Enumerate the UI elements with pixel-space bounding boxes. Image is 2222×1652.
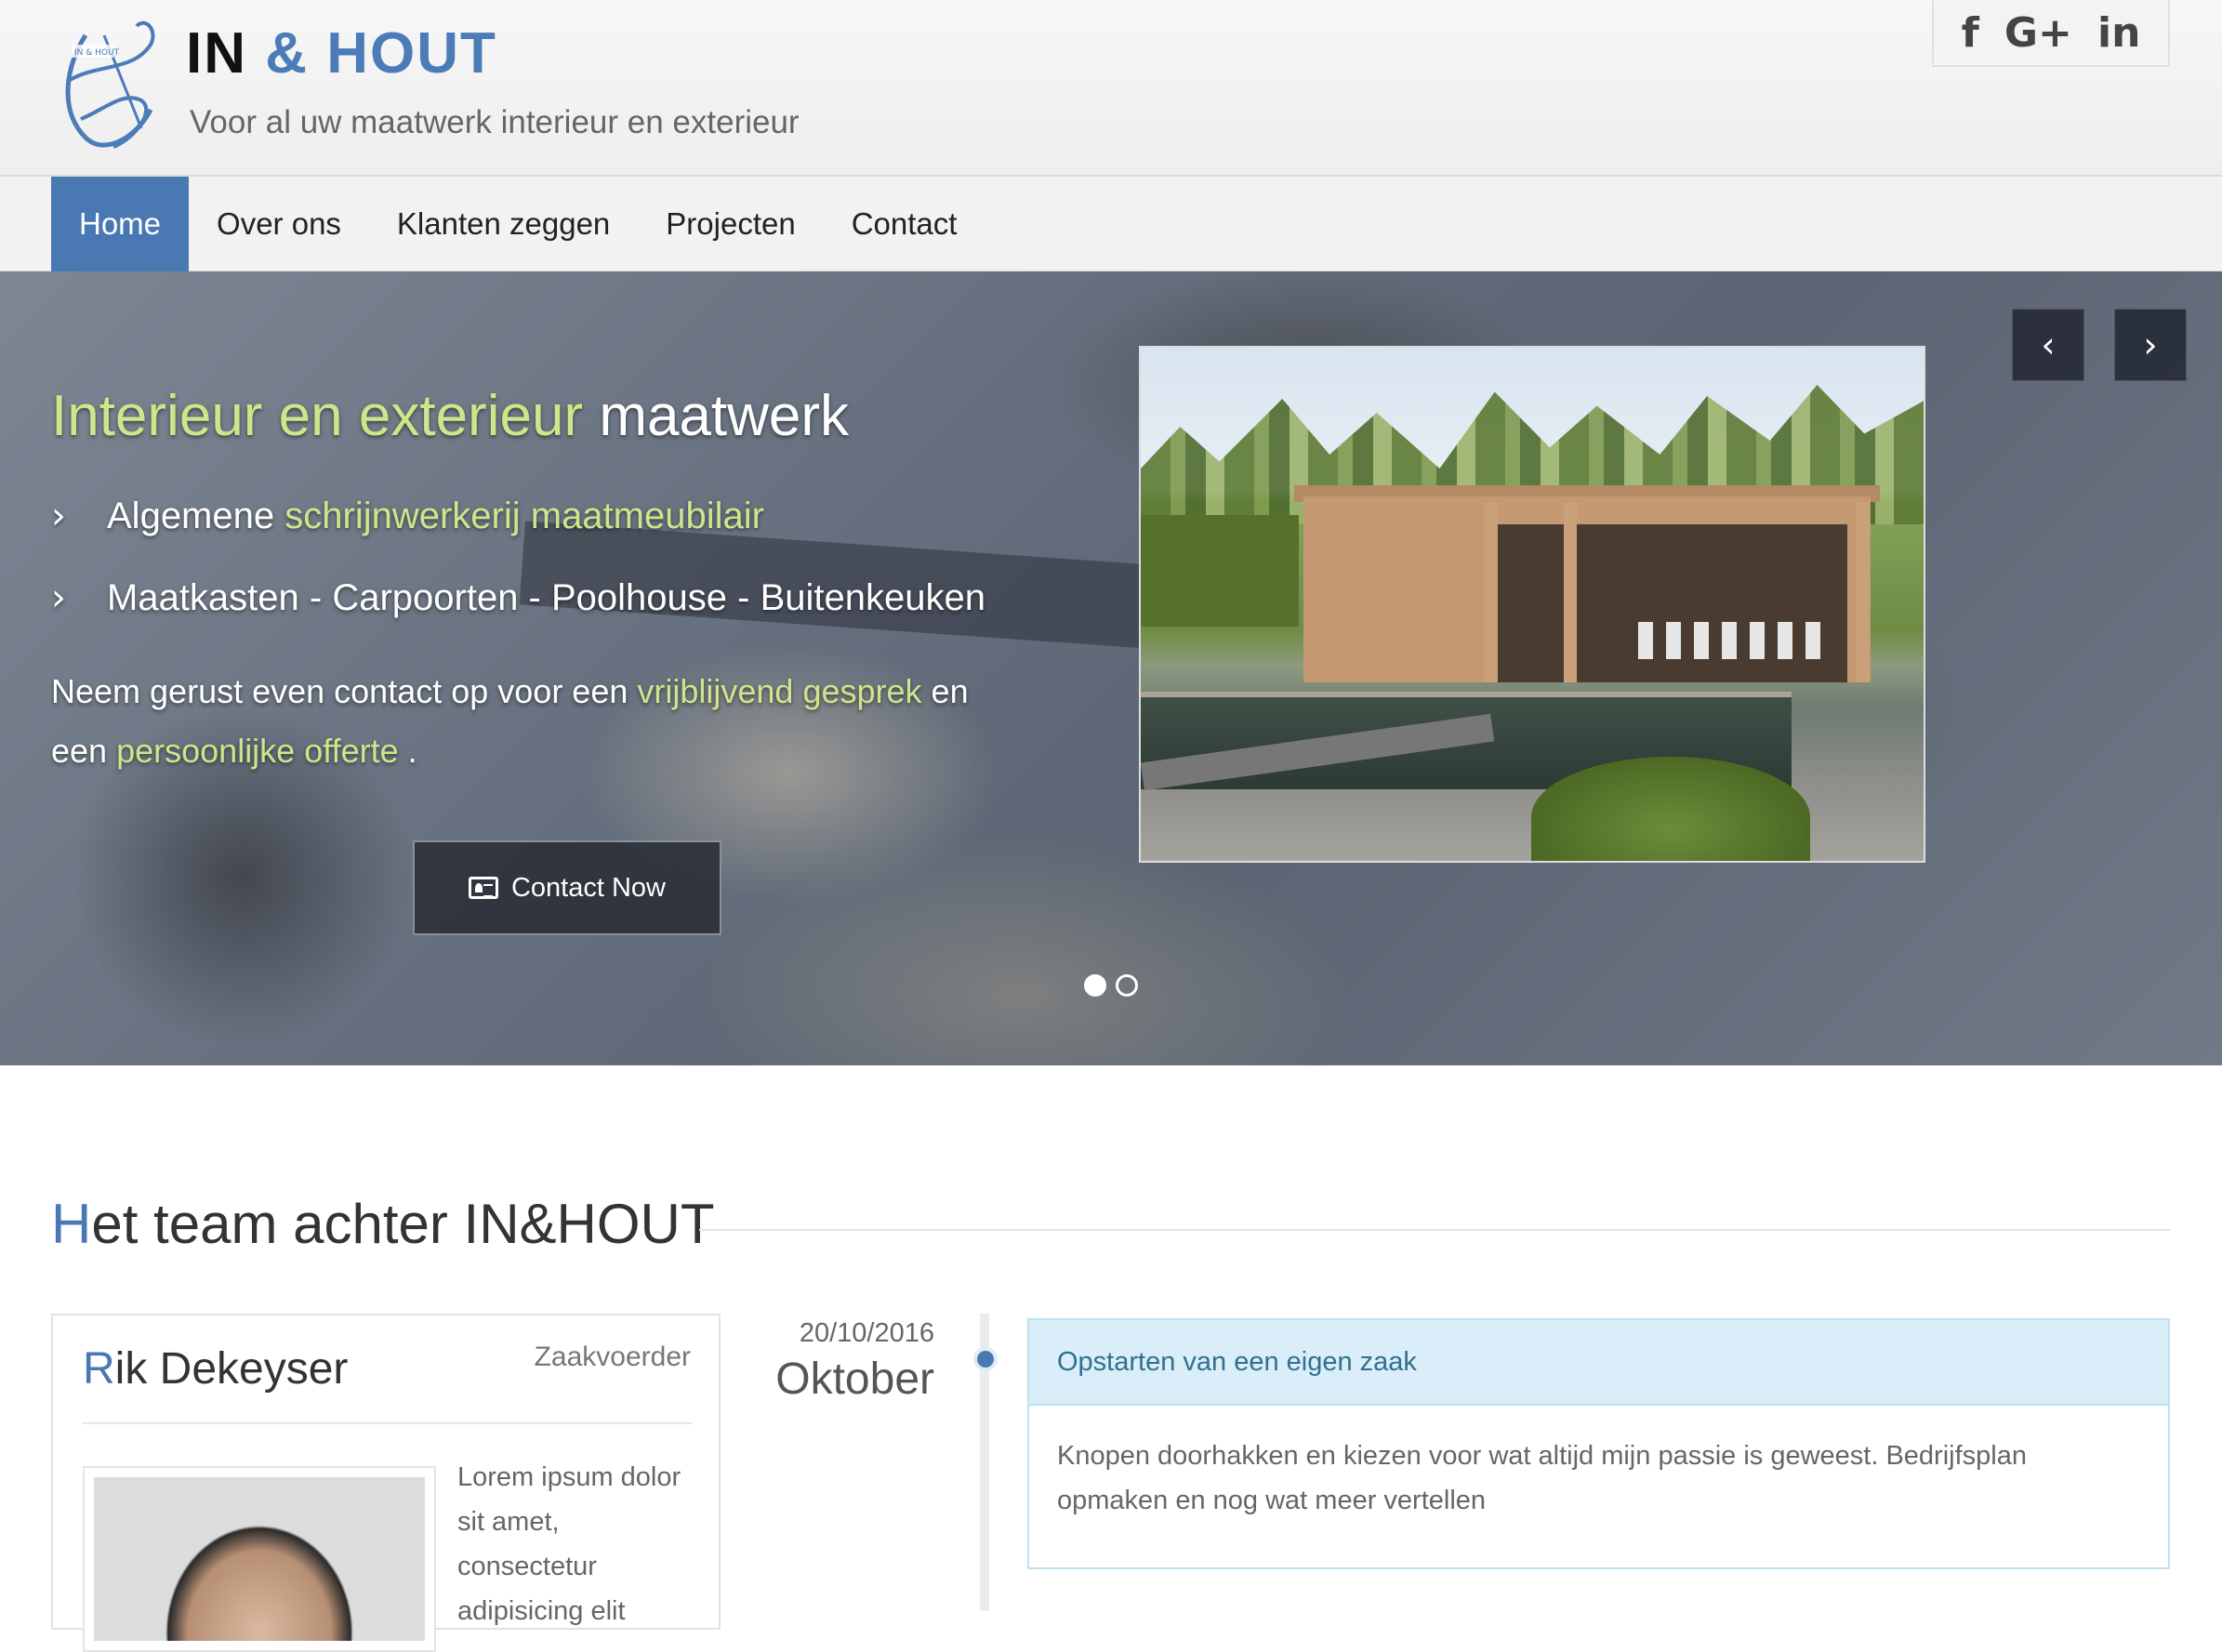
- section-divider: [699, 1229, 2170, 1231]
- contact-now-label: Contact Now: [510, 872, 666, 903]
- timeline-entry-heading: Opstarten van een eigen zaak: [1029, 1320, 2168, 1406]
- slider-next-button[interactable]: ›: [2114, 309, 2187, 381]
- card-divider: [83, 1422, 693, 1424]
- member-role: Zaakvoerder: [534, 1341, 691, 1372]
- brand-in: IN: [186, 21, 247, 86]
- site-header: IN & HOUT IN & HOUT Voor al uw maatwerk …: [0, 0, 2222, 177]
- nav-item-home[interactable]: Home: [51, 177, 190, 271]
- contact-card-icon: [468, 877, 498, 899]
- brand-amp: &: [265, 21, 310, 86]
- svg-text:IN & HOUT: IN & HOUT: [74, 48, 120, 58]
- hero-paragraph-text: Neem gerust even contact op voor een: [51, 672, 628, 710]
- chevron-right-icon: ›: [51, 495, 66, 537]
- hero-list-item: › Maatkasten - Carpoorten - Poolhouse - …: [51, 576, 985, 619]
- linkedin-icon[interactable]: in: [2097, 9, 2140, 57]
- brand-hout: HOUT: [326, 21, 497, 86]
- hero-item1-text: Algemene: [107, 495, 275, 536]
- hero-item1-highlight: schrijnwerkerij maatmeubilair: [284, 495, 764, 536]
- nav-item-klanten-zeggen[interactable]: Klanten zeggen: [369, 177, 638, 271]
- chevron-left-icon: ‹: [2041, 324, 2056, 365]
- member-bio: Lorem ipsum dolor sit amet, consectetur …: [457, 1462, 681, 1626]
- chevron-right-icon: ›: [51, 576, 66, 619]
- member-name-initial: R: [83, 1344, 115, 1394]
- team-member-card: Rik Dekeyser Zaakvoerder Lorem ipsum dol…: [51, 1314, 721, 1652]
- slider-dot[interactable]: [1116, 974, 1138, 997]
- timeline-marker: [973, 1347, 998, 1371]
- brand-name[interactable]: IN & HOUT: [186, 20, 497, 87]
- google-plus-icon[interactable]: G+: [2004, 9, 2072, 57]
- avatar: [94, 1477, 425, 1641]
- timeline-entry-body: Knopen doorhakken en kiezen voor wat alt…: [1057, 1441, 2027, 1515]
- facebook-icon[interactable]: f: [1962, 9, 1979, 57]
- nav-item-projecten[interactable]: Projecten: [638, 177, 823, 271]
- main-nav: Home Over ons Klanten zeggen Projecten C…: [0, 177, 2222, 271]
- brand-logo[interactable]: IN & HOUT: [48, 7, 169, 167]
- member-name-rest: ik Dekeyser: [114, 1344, 349, 1394]
- timeline-entry: Opstarten van een eigen zaak Knopen door…: [1027, 1318, 2170, 1569]
- member-name: Rik Dekeyser: [83, 1343, 348, 1394]
- hero-photo: [1139, 346, 1925, 863]
- hero-paragraph-highlight: persoonlijke offerte: [116, 732, 399, 770]
- hero-title: Interieur en exterieur maatwerk: [51, 383, 849, 449]
- slider-pagination: [1084, 974, 1138, 997]
- member-photo: [83, 1466, 436, 1652]
- hero-slider: Interieur en exterieur maatwerk › Algeme…: [0, 271, 2222, 1065]
- timeline-date: 20/10/2016: [799, 1318, 934, 1348]
- section-title: Het team achter IN&HOUT: [51, 1192, 715, 1256]
- nav-item-over-ons[interactable]: Over ons: [189, 177, 369, 271]
- hero-paragraph-highlight: vrijblijvend gesprek: [637, 672, 922, 710]
- social-links: f G+ in: [1932, 0, 2170, 67]
- hero-title-highlight: Interieur en exterieur: [51, 384, 584, 448]
- timeline-month: Oktober: [775, 1355, 934, 1404]
- hero-item2-text: Maatkasten - Carpoorten - Poolhouse - Bu…: [107, 576, 985, 618]
- chevron-right-icon: ›: [2143, 324, 2158, 365]
- contact-now-button[interactable]: Contact Now: [413, 840, 721, 935]
- slider-prev-button[interactable]: ‹: [2012, 309, 2084, 381]
- hero-paragraph-text: .: [407, 732, 417, 770]
- tagline: Voor al uw maatwerk interieur en exterie…: [190, 104, 800, 140]
- slider-dot[interactable]: [1084, 974, 1106, 997]
- nav-item-contact[interactable]: Contact: [824, 177, 985, 271]
- hero-list-item: › Algemene schrijnwerkerij maatmeubilair: [51, 495, 764, 537]
- section-title-initial: H: [51, 1193, 92, 1255]
- hero-paragraph: Neem gerust even contact op voor een vri…: [51, 662, 1018, 781]
- hero-title-rest: maatwerk: [599, 384, 850, 448]
- section-title-rest: et team achter IN&HOUT: [91, 1193, 715, 1255]
